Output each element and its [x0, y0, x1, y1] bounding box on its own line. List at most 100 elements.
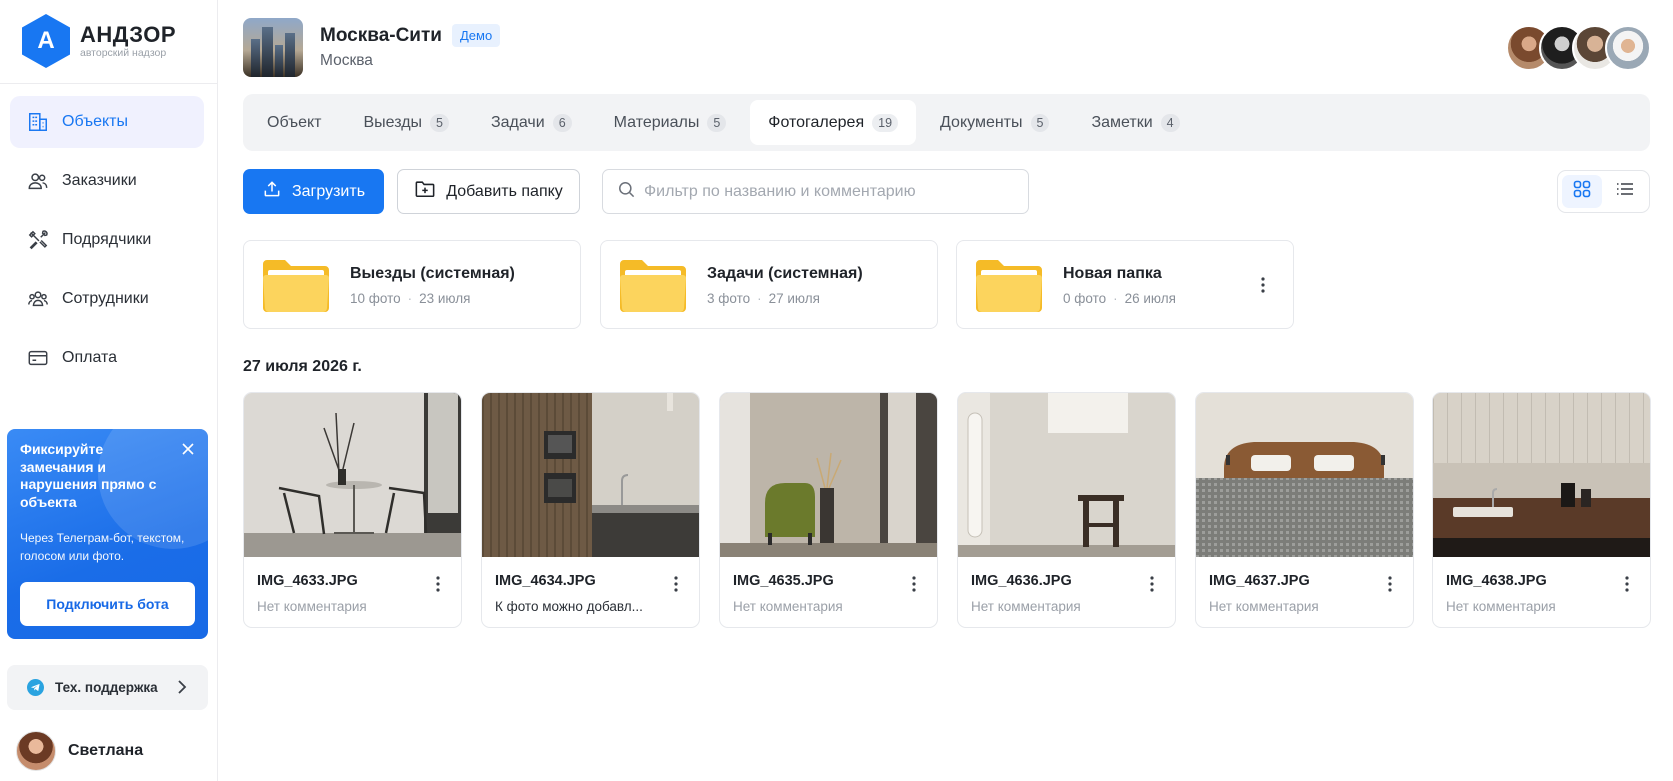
folder-date: 23 июля	[419, 291, 471, 306]
tab-label: Материалы	[613, 113, 700, 131]
folder-count: 3 фото	[707, 291, 751, 306]
photo-name: IMG_4633.JPG	[257, 573, 358, 589]
photo-comment: Нет комментария	[257, 599, 367, 614]
tools-icon	[26, 228, 50, 252]
tab-count-badge: 5	[430, 113, 449, 132]
folder-date: 26 июля	[1124, 291, 1176, 306]
photo-thumbnail	[482, 393, 699, 557]
list-view-button[interactable]	[1606, 175, 1646, 208]
brand-name: АНДЗОР	[80, 21, 176, 47]
tab-label: Заметки	[1091, 113, 1153, 131]
tab-materials[interactable]: Материалы 5	[596, 100, 745, 145]
photo-name: IMG_4635.JPG	[733, 573, 834, 589]
user-profile[interactable]: Светлана	[16, 731, 143, 771]
folder-name: Выезды (системная)	[350, 265, 515, 282]
search-input[interactable]	[644, 182, 1014, 201]
sidebar-item-label: Объекты	[62, 113, 128, 130]
grid-view-button[interactable]	[1562, 175, 1602, 208]
tab-label: Задачи	[490, 113, 545, 131]
tab-label: Объект	[267, 113, 322, 131]
tab-photo-gallery[interactable]: Фотогалерея 19	[750, 100, 917, 145]
folder-meta: 3 фото · 27 июля	[707, 291, 820, 306]
tab-notes[interactable]: Заметки 4	[1073, 100, 1197, 145]
folder-meta: 10 фото · 23 июля	[350, 291, 471, 306]
search-field[interactable]	[602, 169, 1029, 214]
photo-name: IMG_4637.JPG	[1209, 573, 1310, 589]
gallery-date-heading: 27 июля 2026 г.	[243, 358, 362, 375]
sidebar-item-customers[interactable]: Заказчики	[10, 155, 204, 207]
folder-icon	[620, 260, 686, 312]
avatar	[16, 731, 56, 771]
sidebar-divider	[0, 83, 217, 84]
folder-card[interactable]: Выезды (системная) 10 фото · 23 июля	[243, 240, 581, 329]
photo-thumbnail	[958, 393, 1175, 557]
tab-bar: Объект Выезды 5 Задачи 6 Материалы 5 Фотога…	[243, 94, 1650, 151]
upload-button[interactable]: Загрузить	[243, 169, 384, 214]
photo-thumbnail	[720, 393, 937, 557]
app-root: А АНДЗОР авторский надзор Объекты Заказч…	[0, 0, 1673, 781]
more-vertical-icon[interactable]	[428, 574, 448, 594]
telegram-promo-card: Фиксируйте замечания и нарушения прямо с…	[7, 429, 208, 639]
photo-comment: Нет комментария	[1209, 599, 1319, 614]
photo-card[interactable]: IMG_4638.JPG Нет комментария	[1432, 392, 1651, 628]
users-icon	[26, 169, 50, 193]
photo-thumbnail	[244, 393, 461, 557]
promo-title: Фиксируйте замечания и нарушения прямо с…	[20, 441, 157, 510]
grid-icon	[1573, 180, 1591, 203]
folder-card[interactable]: Задачи (системная) 3 фото · 27 июля	[600, 240, 938, 329]
folder-card[interactable]: Новая папка 0 фото · 26 июля	[956, 240, 1294, 329]
tab-count-badge: 5	[707, 113, 727, 132]
sidebar-item-contractors[interactable]: Подрядчики	[10, 214, 204, 266]
photo-card[interactable]: IMG_4636.JPG Нет комментария	[957, 392, 1176, 628]
logo[interactable]: А АНДЗОР авторский надзор	[22, 14, 176, 68]
add-folder-button[interactable]: Добавить папку	[397, 169, 580, 214]
sidebar-item-label: Подрядчики	[62, 231, 152, 248]
more-vertical-icon[interactable]	[1380, 574, 1400, 594]
more-vertical-icon[interactable]	[666, 574, 686, 594]
page-title: Москва-Сити	[320, 24, 442, 46]
photo-card[interactable]: IMG_4633.JPG Нет комментария	[243, 392, 462, 628]
tab-label: Документы	[940, 113, 1023, 131]
team-icon	[26, 287, 50, 311]
object-title-row: Москва-Сити Демо	[320, 24, 501, 47]
sidebar-item-employees[interactable]: Сотрудники	[10, 273, 204, 325]
sidebar-item-payment[interactable]: Оплата	[10, 332, 204, 384]
user-name: Светлана	[68, 742, 144, 759]
photo-name: IMG_4634.JPG	[495, 573, 596, 589]
connect-bot-button[interactable]: Подключить бота	[20, 582, 195, 626]
photo-comment: Нет комментария	[971, 599, 1081, 614]
photo-card[interactable]: IMG_4635.JPG Нет комментария	[719, 392, 938, 628]
support-button[interactable]: Тех. поддержка	[7, 665, 208, 710]
folder-plus-icon	[414, 179, 436, 204]
close-icon[interactable]	[180, 441, 196, 457]
photo-thumbnail	[1433, 393, 1650, 557]
more-vertical-icon[interactable]	[1617, 574, 1637, 594]
photo-name: IMG_4638.JPG	[1446, 573, 1547, 589]
tab-object[interactable]: Объект	[249, 100, 339, 145]
photo-comment: К фото можно добавл...	[495, 599, 643, 614]
avatar	[1605, 25, 1651, 71]
folder-count: 0 фото	[1063, 291, 1107, 306]
more-vertical-icon[interactable]	[904, 574, 924, 594]
more-vertical-icon[interactable]	[1253, 275, 1273, 295]
tab-documents[interactable]: Документы 5	[922, 100, 1067, 145]
folder-name: Задачи (системная)	[707, 265, 863, 282]
photo-card[interactable]: IMG_4637.JPG Нет комментария	[1195, 392, 1414, 628]
card-icon	[26, 346, 50, 370]
tab-count-badge: 5	[1030, 113, 1050, 132]
team-avatars[interactable]	[1506, 25, 1651, 71]
sidebar-item-objects[interactable]: Объекты	[10, 96, 204, 148]
view-toggle	[1557, 170, 1650, 213]
tab-visits[interactable]: Выезды 5	[345, 100, 467, 145]
tab-tasks[interactable]: Задачи 6	[473, 100, 590, 145]
photo-card[interactable]: IMG_4634.JPG К фото можно добавл...	[481, 392, 700, 628]
tab-count-badge: 6	[552, 113, 572, 132]
more-vertical-icon[interactable]	[1142, 574, 1162, 594]
logo-mark: А	[22, 14, 70, 68]
photo-comment: Нет комментария	[733, 599, 843, 614]
brand-tagline: авторский надзор	[80, 46, 167, 59]
sidebar-item-label: Заказчики	[62, 172, 137, 189]
photo-comment: Нет комментария	[1446, 599, 1556, 614]
list-icon	[1616, 181, 1634, 202]
tab-count-badge: 4	[1160, 113, 1180, 132]
